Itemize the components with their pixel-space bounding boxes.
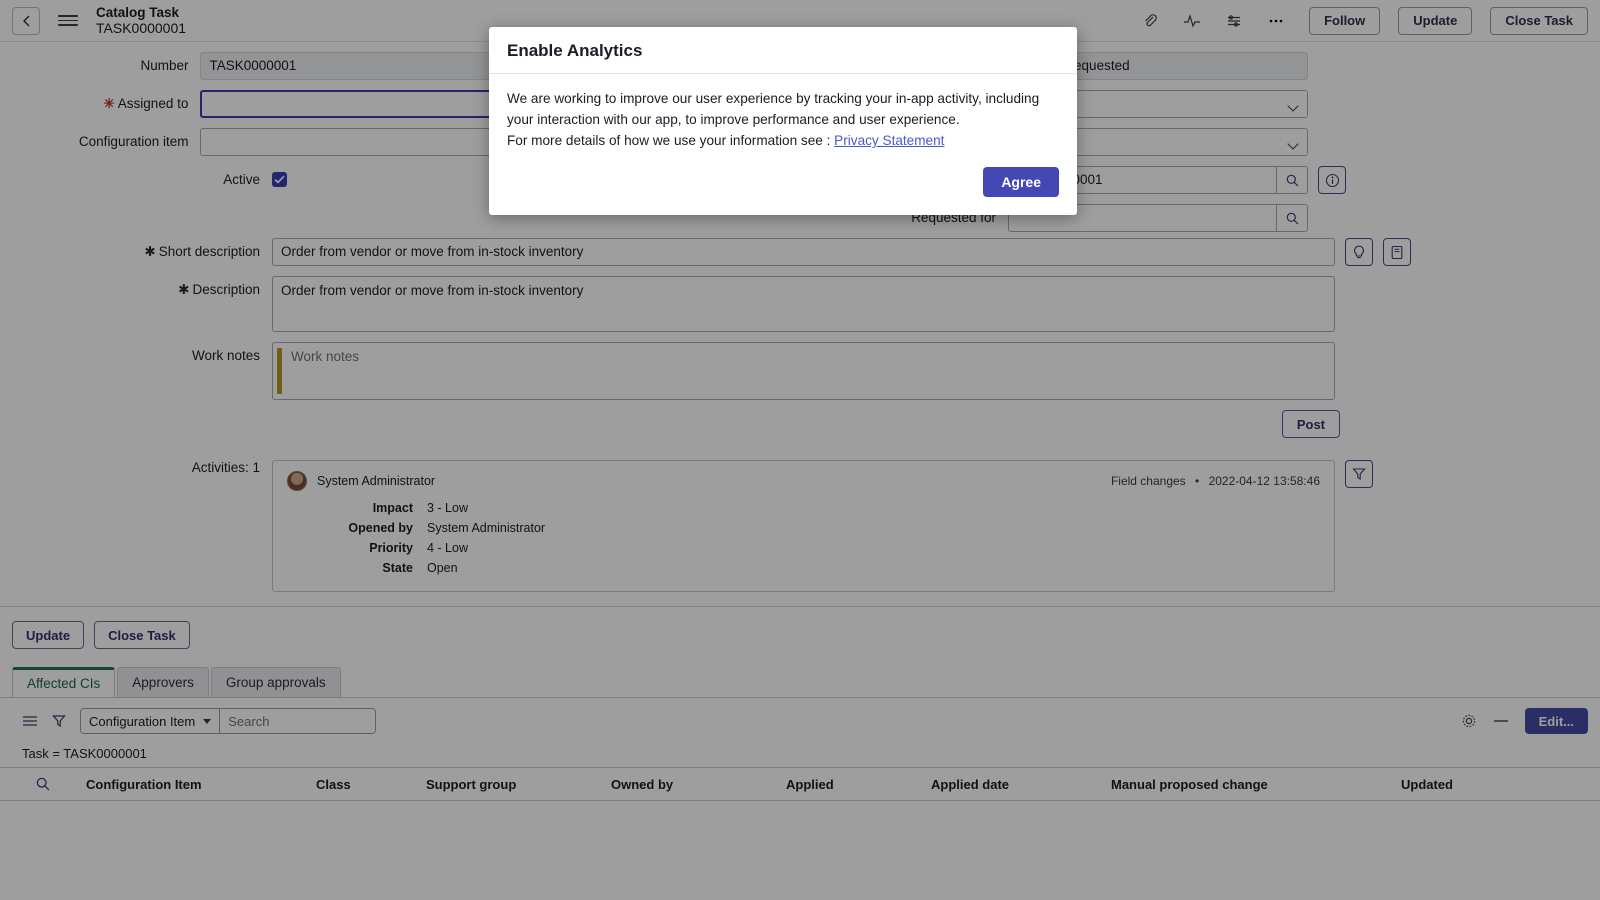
modal-overlay: Enable Analytics We are working to impro… — [0, 0, 1600, 900]
privacy-statement-link[interactable]: Privacy Statement — [834, 133, 944, 148]
dialog-title: Enable Analytics — [507, 41, 643, 60]
enable-analytics-dialog: Enable Analytics We are working to impro… — [489, 27, 1077, 216]
dialog-header: Enable Analytics — [489, 27, 1077, 74]
dialog-text-line1: We are working to improve our user exper… — [507, 91, 1040, 106]
agree-button[interactable]: Agree — [983, 167, 1059, 198]
dialog-text-line2: your interaction with our app, to improv… — [507, 112, 960, 128]
dialog-body: We are working to improve our user exper… — [489, 74, 1077, 157]
dialog-text-prefix: For more details of how we use your info… — [507, 133, 835, 149]
dialog-text-line3: For more details of how we use your info… — [507, 130, 1059, 151]
dialog-footer: Agree — [489, 157, 1077, 215]
